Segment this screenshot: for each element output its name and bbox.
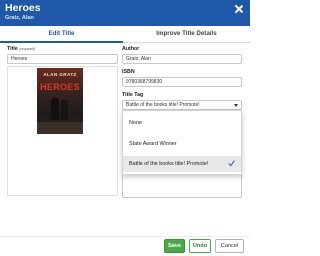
option-label: State Award Winner (129, 141, 177, 147)
required-note: (required) (19, 47, 35, 51)
dropdown-option-none[interactable]: None (123, 115, 241, 131)
title-tag-select[interactable]: Battle of the books title! Promote! (122, 100, 242, 110)
cancel-button[interactable]: Cancel (215, 239, 244, 253)
dialog-subtitle-author: Gratz, Alan (5, 15, 34, 21)
chevron-down-icon (234, 104, 238, 107)
isbn-input[interactable]: 9780368799830 (122, 77, 242, 87)
save-button[interactable]: Save (164, 239, 185, 253)
tab-improve-title-details[interactable]: Improve Title Details (123, 30, 250, 37)
dropdown-option-battle-of-the-books[interactable]: Battle of the books title! Promote! (123, 156, 241, 172)
cover-figure (61, 100, 68, 120)
footer-divider (0, 236, 250, 237)
checkmark-icon (228, 160, 235, 167)
dialog-title: Heroes (5, 2, 41, 14)
book-cover-image: ALAN GRATZ HEROES (37, 68, 83, 134)
description-textarea[interactable] (122, 172, 242, 198)
undo-button[interactable]: Undo (189, 239, 211, 253)
option-label: None (129, 120, 142, 126)
cover-title-text: HEROES (40, 82, 80, 92)
title-label: Title (required) (7, 46, 35, 52)
close-icon[interactable] (234, 4, 244, 14)
title-tag-selected-value: Battle of the books title! Promote! (126, 102, 200, 108)
option-label: Battle of the books title! Promote! (129, 161, 209, 167)
active-tab-indicator (0, 41, 123, 43)
cover-figure (51, 98, 59, 120)
title-tag-label: Title Tag (122, 92, 144, 98)
cover-ground (37, 122, 83, 134)
cover-author-text: ALAN GRATZ (43, 72, 77, 77)
tab-bar: Edit Title Improve Title Details (0, 26, 250, 43)
title-label-text: Title (7, 46, 18, 52)
title-tag-dropdown-menu: None State Award Winner Battle of the bo… (122, 110, 242, 175)
title-input[interactable]: Heroes (7, 54, 118, 64)
isbn-label: ISBN (122, 69, 135, 75)
tab-edit-title[interactable]: Edit Title (0, 30, 123, 37)
author-label: Author (122, 46, 140, 52)
author-input[interactable]: Gratz, Alan (122, 54, 242, 64)
dropdown-option-state-award-winner[interactable]: State Award Winner (123, 136, 241, 152)
dialog-header: Heroes Gratz, Alan (0, 0, 250, 26)
